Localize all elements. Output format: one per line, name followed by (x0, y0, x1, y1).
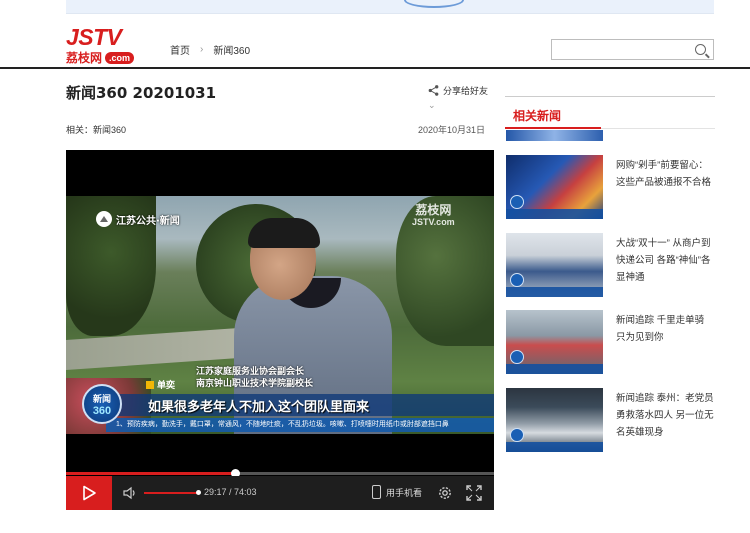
related-news-link[interactable]: 网购“剁手”前要留心：这些产品被通报不合格 (616, 157, 716, 191)
related-news-link[interactable]: 新闻追踪 泰州：老党员勇救落水四人 另一位无名英雄现身 (616, 390, 716, 441)
progress-fill (66, 472, 236, 475)
related-news-link[interactable]: 大战“双十一” 从商户到快递公司 各路“神仙”各显神通 (616, 235, 716, 286)
watch-on-mobile-button[interactable]: 用手机看 (372, 485, 422, 499)
volume-fill (144, 492, 198, 494)
play-button[interactable] (66, 476, 112, 510)
related-news-item[interactable]: 新闻追踪 泰州：老党员勇救落水四人 另一位无名英雄现身 (506, 388, 716, 452)
thumbnail-ticker (506, 364, 603, 374)
channel-logo-icon (96, 211, 112, 227)
breadcrumb-section[interactable]: 新闻360 (213, 42, 250, 57)
speaker-titles: 江苏家庭服务业协会副会长 南京钟山职业技术学院副校长 (196, 366, 313, 390)
badge-square-icon (146, 380, 154, 389)
watch-on-mobile-label: 用手机看 (386, 487, 423, 498)
fullscreen-icon[interactable] (466, 485, 482, 501)
related-news-title: 相关新闻 (513, 109, 562, 123)
news-ticker: 1、预防疾病，勤洗手，戴口罩，常通风，不随地吐痰，不乱扔垃圾。咳嗽、打喷嚏时用纸… (106, 418, 494, 432)
volume-icon[interactable] (122, 485, 138, 501)
article-title: 新闻360 20201031 (66, 84, 217, 102)
breadcrumb: 首页 › 新闻360 (170, 42, 250, 57)
banner-decoration (404, 0, 464, 8)
news360-logo-icon (510, 350, 524, 364)
logo-cn: 荔枝网 (66, 51, 103, 65)
related-news-item[interactable]: 大战“双十一” 从商户到快递公司 各路“神仙”各显神通 (506, 233, 716, 297)
channel-label: 江苏公共·新闻 (96, 211, 180, 227)
video-watermark: 荔枝网 JSTV.com (412, 203, 455, 228)
video-frame[interactable]: 江苏公共·新闻 荔枝网 JSTV.com 江苏家庭服务业协会副会长 南京钟山职业… (66, 196, 494, 434)
chevron-down-icon[interactable]: ⌄ (428, 100, 436, 111)
speaker-name: 单奕 (157, 381, 176, 391)
related-thumbnail[interactable] (506, 155, 603, 219)
watermark-cn: 荔枝网 (415, 203, 452, 217)
related-news-item[interactable]: 网购“剁手”前要留心：这些产品被通报不合格 (506, 155, 716, 219)
share-icon (428, 85, 439, 96)
progress-bar[interactable] (66, 469, 494, 478)
related-news-item[interactable]: 新闻追踪 千里走单骑 只为见到你 (506, 310, 716, 374)
news360-logo-icon (510, 195, 524, 209)
article-date: 2020年10月31日 (418, 125, 486, 135)
program-logo: 新闻 360 (82, 384, 122, 424)
speaker-title-2: 南京钟山职业技术学院副校长 (196, 379, 314, 389)
related-thumbnail[interactable] (506, 233, 603, 297)
channel-name: 江苏公共·新闻 (116, 215, 180, 227)
related-thumbnail[interactable] (506, 388, 603, 452)
thumbnail-ticker (506, 442, 603, 452)
search-icon[interactable] (695, 44, 706, 55)
speaker-title-1: 江苏家庭服务业协会副会长 (196, 367, 305, 377)
program-logo-line2: 360 (92, 405, 112, 417)
related-news-header: 相关新闻 (505, 96, 715, 129)
player-controls: 29:17 / 74:03 用手机看 (66, 476, 494, 510)
video-player[interactable]: 江苏公共·新闻 荔枝网 JSTV.com 江苏家庭服务业协会副会长 南京钟山职业… (66, 150, 494, 510)
news360-logo-icon (510, 428, 524, 442)
jstv-logo[interactable]: JSTV 荔枝网 .com (66, 24, 156, 65)
video-caption: 如果很多老年人不加入这个团队里面来 (148, 400, 370, 415)
logo-com: .com (105, 51, 135, 64)
gear-icon[interactable] (437, 485, 453, 501)
volume-slider[interactable] (144, 490, 201, 495)
site-header: JSTV 荔枝网 .com 首页 › 新闻360 (0, 14, 750, 69)
program-logo-line1: 新闻 (92, 395, 111, 405)
news360-logo-icon (510, 273, 524, 287)
top-banner[interactable] (66, 0, 714, 14)
thumbnail-ticker (506, 287, 603, 297)
speaker-hair (248, 218, 320, 248)
share-button[interactable]: 分享给好友 (428, 84, 488, 97)
related-thumb-partial[interactable] (506, 130, 603, 141)
phone-icon (372, 485, 381, 499)
share-label: 分享给好友 (443, 86, 489, 96)
volume-handle[interactable] (196, 490, 201, 495)
related-news-link[interactable]: 新闻追踪 千里走单骑 只为见到你 (616, 312, 716, 346)
watermark-en: JSTV.com (412, 217, 455, 227)
play-icon (83, 485, 96, 501)
breadcrumb-home[interactable]: 首页 (170, 42, 190, 57)
lower-third: 江苏家庭服务业协会副会长 南京钟山职业技术学院副校长 单奕 如果很多老年人不加入… (66, 366, 494, 434)
logo-text: JSTV (66, 24, 122, 50)
thumbnail-ticker (506, 209, 603, 219)
article-tags: 相关：新闻360 (66, 125, 127, 135)
speaker-name-badge: 单奕 (146, 378, 175, 391)
header-underline (505, 127, 601, 129)
time-display: 29:17 / 74:03 (204, 487, 257, 497)
search-input[interactable] (552, 41, 690, 60)
search-box (551, 39, 714, 60)
related-thumbnail[interactable] (506, 310, 603, 374)
breadcrumb-chevron-icon: › (200, 44, 204, 55)
